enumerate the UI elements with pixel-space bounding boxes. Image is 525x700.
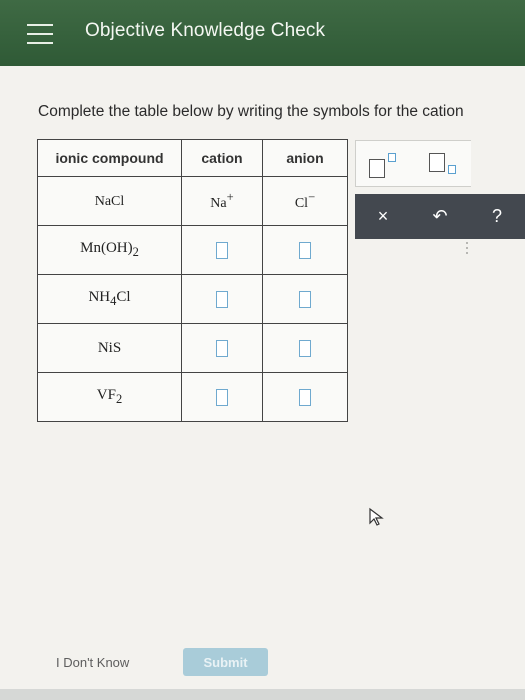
cation-input[interactable] (216, 290, 228, 308)
ion-table: ionic compound cation anion NaCl Na+ Cl−… (37, 139, 348, 422)
compound-formula: NH (88, 289, 111, 305)
cation-answer: Na (210, 196, 227, 211)
cation-cell (181, 225, 263, 275)
formula-subscript: 2 (132, 245, 139, 259)
submit-button[interactable]: Submit (183, 648, 268, 676)
table-header-row: ionic compound cation anion (37, 139, 348, 177)
undo-button[interactable]: ↶ (412, 194, 468, 239)
table-row: NiS (37, 323, 348, 373)
anion-input[interactable] (299, 241, 311, 259)
cation-input[interactable] (216, 388, 228, 406)
anion-cell: Cl− (262, 176, 348, 226)
anion-cell (262, 372, 348, 422)
superscript-tool-icon[interactable] (369, 153, 409, 178)
help-button[interactable]: ? (469, 194, 525, 239)
math-palette (355, 140, 471, 187)
compound-cell: VF2 (37, 372, 182, 422)
compound-formula: NaCl (94, 193, 125, 209)
anion-input[interactable] (299, 290, 311, 308)
subscript-tool-icon[interactable] (429, 153, 469, 177)
compound-formula: VF (96, 387, 116, 403)
mouse-pointer-icon (368, 507, 386, 532)
palette-action-bar: × ↶ ? (355, 194, 525, 239)
anion-cell (262, 274, 348, 324)
clear-button[interactable]: × (355, 194, 411, 239)
top-bar: Objective Knowledge Check (0, 0, 525, 66)
cation-input[interactable] (216, 339, 228, 357)
header-compound: ionic compound (37, 139, 182, 177)
table-row: NaCl Na+ Cl− (37, 176, 348, 226)
formula-subscript: 2 (115, 392, 123, 406)
cation-cell: Na+ (181, 176, 263, 226)
compound-cell: NaCl (37, 176, 182, 226)
cation-cell (181, 323, 263, 373)
anion-input[interactable] (299, 388, 311, 406)
dont-know-button[interactable]: I Don't Know (56, 655, 129, 670)
anion-input[interactable] (299, 339, 311, 357)
header-cation: cation (181, 139, 263, 177)
instruction-text: Complete the table below by writing the … (38, 103, 464, 120)
table-row: Mn(OH)2 (37, 225, 348, 275)
formula-suffix: Cl (116, 289, 131, 305)
header-anion: anion (262, 139, 348, 177)
page-title: Objective Knowledge Check (85, 20, 326, 41)
compound-cell: NiS (37, 323, 182, 373)
compound-formula: Mn(OH) (80, 240, 133, 256)
anion-answer: Cl (294, 196, 309, 211)
compound-cell: Mn(OH)2 (37, 225, 182, 275)
table-row: NH4Cl (37, 274, 348, 324)
cation-cell (181, 372, 263, 422)
anion-cell (262, 225, 348, 275)
menu-icon[interactable] (27, 24, 53, 44)
cation-input[interactable] (216, 241, 228, 259)
table-row: VF2 (37, 372, 348, 422)
compound-cell: NH4Cl (37, 274, 182, 324)
anion-charge: − (308, 190, 316, 204)
anion-cell (262, 323, 348, 373)
bottom-strip (0, 689, 525, 700)
more-dots-icon (462, 239, 472, 261)
cation-charge: + (226, 190, 234, 204)
compound-formula: NiS (97, 339, 122, 356)
cation-cell (181, 274, 263, 324)
